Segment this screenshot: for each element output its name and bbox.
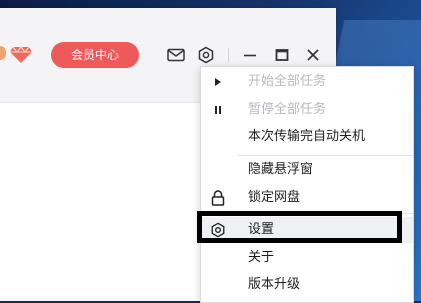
menu-item-label: 暂停全部任务 [248, 102, 327, 117]
menu-item-label: 关于 [248, 250, 275, 265]
menu-item-label: 版本升级 [248, 277, 301, 292]
mail-icon[interactable] [166, 45, 186, 65]
menu-item-settings[interactable]: 设置 [201, 217, 413, 243]
menu-item-label: 锁定网盘 [248, 190, 301, 205]
menu-item-about[interactable]: 关于 [201, 245, 413, 271]
menu-item-hide-float-window[interactable]: 隐藏悬浮窗 [201, 157, 413, 183]
menu-item-label: 开始全部任务 [248, 74, 327, 89]
close-icon[interactable] [303, 45, 323, 65]
menu-item-label: 设置 [248, 222, 275, 237]
menu-divider [238, 155, 413, 156]
menu-item-lock-disk[interactable]: 锁定网盘 [201, 185, 413, 211]
vip-center-button[interactable]: 会员中心 [51, 42, 139, 68]
menu-item-label: 隐藏悬浮窗 [248, 162, 314, 177]
settings-dropdown-menu: 开始全部任务 暂停全部任务 本次传输完自动关机 隐藏悬浮窗 锁定网盘 设置 关于… [200, 66, 414, 303]
settings-icon[interactable] [196, 45, 216, 65]
maximize-icon[interactable] [272, 45, 292, 65]
menu-item-version-upgrade[interactable]: 版本升级 [201, 272, 413, 298]
menu-item-start-all[interactable]: 开始全部任务 [201, 69, 413, 95]
toolbar-separator [228, 48, 229, 62]
lock-icon [209, 189, 227, 207]
menu-item-pause-all[interactable]: 暂停全部任务 [201, 97, 413, 123]
play-icon [209, 73, 227, 91]
menu-divider [238, 213, 413, 214]
menu-item-auto-shutdown[interactable]: 本次传输完自动关机 [201, 124, 413, 150]
minimize-icon[interactable] [240, 45, 260, 65]
cropped-app-icon [0, 46, 6, 60]
diamond-icon[interactable] [9, 44, 33, 64]
pause-icon [209, 101, 227, 119]
settings-icon [209, 221, 227, 239]
menu-item-label: 本次传输完自动关机 [248, 129, 366, 144]
